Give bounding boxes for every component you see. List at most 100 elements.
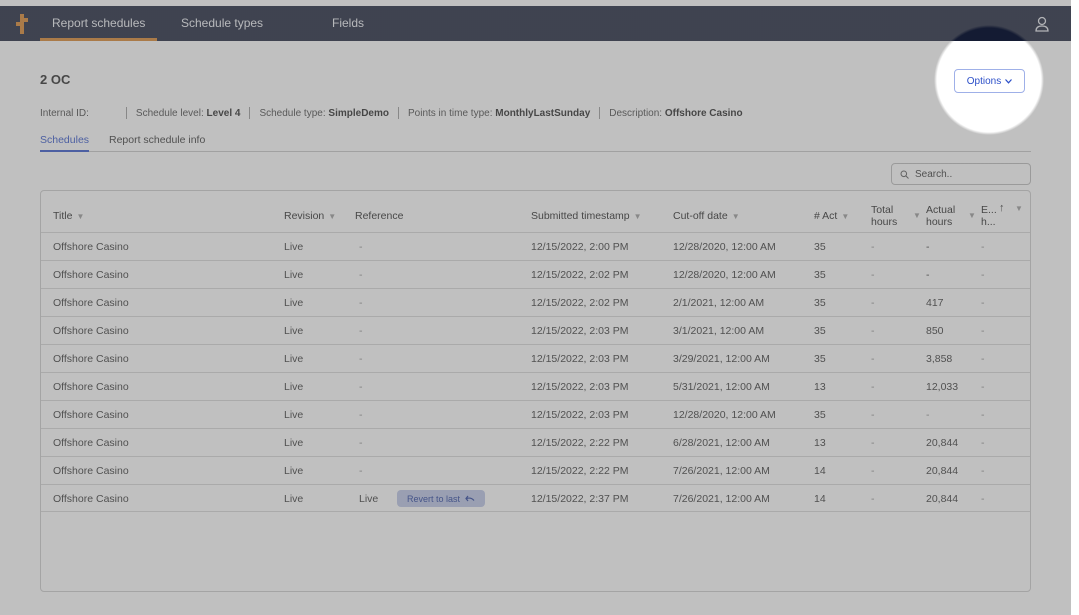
cell-reference: - bbox=[359, 465, 363, 477]
description-label: Description: bbox=[609, 107, 663, 119]
table-row[interactable]: Offshore Casino Live - 12/15/2022, 2:00 … bbox=[41, 232, 1030, 260]
user-icon[interactable] bbox=[1035, 16, 1049, 32]
cell-revision: Live bbox=[284, 465, 304, 477]
filter-icon[interactable]: ▼ bbox=[328, 212, 336, 221]
col-header-reference[interactable]: Reference bbox=[355, 210, 403, 222]
filter-icon[interactable]: ▼ bbox=[1015, 204, 1023, 213]
col-header-act[interactable]: # Act ▼ bbox=[814, 210, 849, 223]
col-header-submitted[interactable]: Submitted timestamp ▼ bbox=[531, 210, 642, 223]
cell-act: 14 bbox=[814, 493, 826, 505]
cell-actual-hours: - bbox=[926, 241, 930, 253]
filter-icon[interactable]: ▼ bbox=[913, 211, 921, 220]
filter-icon[interactable]: ▼ bbox=[76, 212, 84, 221]
col-header-label: Submitted timestamp bbox=[531, 210, 630, 222]
cell-submitted: 12/15/2022, 2:22 PM bbox=[531, 465, 629, 477]
tab-schedules[interactable]: Schedules bbox=[40, 134, 90, 152]
col-header-label: Cut-off date bbox=[673, 210, 728, 222]
cell-submitted: 12/15/2022, 2:03 PM bbox=[531, 353, 629, 365]
nav-tab-report-schedules[interactable]: Report schedules bbox=[39, 6, 158, 41]
undo-icon bbox=[465, 495, 475, 502]
cell-submitted: 12/15/2022, 2:03 PM bbox=[531, 325, 629, 337]
table-row[interactable]: Offshore Casino Live - 12/15/2022, 2:22 … bbox=[41, 428, 1030, 456]
table-row[interactable]: Offshore Casino Live - 12/15/2022, 2:02 … bbox=[41, 260, 1030, 288]
nav-tab-fields[interactable]: Fields bbox=[332, 6, 364, 41]
col-header-e-hours[interactable]: E... h... bbox=[981, 204, 997, 228]
cell-reference: - bbox=[359, 409, 363, 421]
table-row[interactable]: Offshore Casino Live - 12/15/2022, 2:02 … bbox=[41, 288, 1030, 316]
table-row[interactable]: Offshore Casino Live - 12/15/2022, 2:22 … bbox=[41, 456, 1030, 484]
cell-revision: Live bbox=[284, 493, 304, 505]
col-header-label: Reference bbox=[355, 210, 404, 222]
tab-report-schedule-info[interactable]: Report schedule info bbox=[109, 134, 205, 152]
cell-total-hours: - bbox=[871, 493, 875, 505]
search-icon bbox=[900, 170, 909, 179]
cell-act: 13 bbox=[814, 437, 826, 449]
app-logo-icon bbox=[16, 14, 28, 34]
cell-submitted: 12/15/2022, 2:02 PM bbox=[531, 269, 629, 281]
cell-e-hours: - bbox=[981, 465, 985, 477]
cell-reference: - bbox=[359, 437, 363, 449]
cell-title: Offshore Casino bbox=[53, 493, 129, 505]
cell-revision: Live bbox=[284, 297, 304, 309]
cell-total-hours: - bbox=[871, 465, 875, 477]
cell-revision: Live bbox=[284, 437, 304, 449]
cell-revision: Live bbox=[284, 353, 304, 365]
table-row[interactable]: Offshore Casino Live - 12/15/2022, 2:03 … bbox=[41, 400, 1030, 428]
top-nav: Report schedules Schedule types Fields bbox=[0, 6, 1071, 41]
window-edge bbox=[1071, 0, 1079, 615]
cell-total-hours: - bbox=[871, 353, 875, 365]
filter-icon[interactable]: ▼ bbox=[634, 212, 642, 221]
table-row[interactable]: Offshore Casino Live - 12/15/2022, 2:03 … bbox=[41, 344, 1030, 372]
col-header-actual-hours[interactable]: Actual hours bbox=[926, 204, 955, 228]
cell-submitted: 12/15/2022, 2:37 PM bbox=[531, 493, 629, 505]
cell-total-hours: - bbox=[871, 409, 875, 421]
cell-revision: Live bbox=[284, 325, 304, 337]
cell-actual-hours: 417 bbox=[926, 297, 944, 309]
main-content: 2 OC Options Internal ID: Schedule level… bbox=[0, 41, 1071, 615]
cell-title: Offshore Casino bbox=[53, 297, 129, 309]
filter-icon[interactable]: ▼ bbox=[841, 212, 849, 221]
cell-cutoff: 12/28/2020, 12:00 AM bbox=[673, 409, 776, 421]
filter-icon[interactable]: ▼ bbox=[732, 212, 740, 221]
options-button[interactable]: Options bbox=[954, 69, 1025, 93]
schedule-meta: Internal ID: Schedule level: Level 4 Sch… bbox=[40, 107, 743, 119]
col-header-total-hours[interactable]: Total hours bbox=[871, 204, 897, 228]
description-value: Offshore Casino bbox=[664, 107, 743, 119]
cell-cutoff: 2/1/2021, 12:00 AM bbox=[673, 297, 765, 309]
cell-submitted: 12/15/2022, 2:22 PM bbox=[531, 437, 629, 449]
search-input[interactable]: Search.. bbox=[891, 163, 1031, 185]
filter-icon[interactable]: ▼ bbox=[968, 211, 976, 220]
col-header-label: Actual bbox=[926, 204, 956, 216]
cell-submitted: 12/15/2022, 2:00 PM bbox=[531, 241, 629, 253]
meta-divider bbox=[249, 107, 251, 119]
table-row[interactable]: Offshore Casino Live Live Revert to last… bbox=[41, 484, 1030, 512]
cell-act: 13 bbox=[814, 381, 826, 393]
cell-title: Offshore Casino bbox=[53, 269, 129, 281]
col-header-revision[interactable]: Revision ▼ bbox=[284, 210, 336, 223]
internal-id-label: Internal ID: bbox=[40, 107, 89, 119]
cell-actual-hours: 20,844 bbox=[926, 493, 959, 505]
table-row[interactable]: Offshore Casino Live - 12/15/2022, 2:03 … bbox=[41, 372, 1030, 400]
cell-actual-hours: 850 bbox=[926, 325, 944, 337]
cell-actual-hours: - bbox=[926, 409, 930, 421]
cell-cutoff: 6/28/2021, 12:00 AM bbox=[673, 437, 770, 449]
revert-to-last-button[interactable]: Revert to last bbox=[397, 490, 486, 507]
cell-reference: - bbox=[359, 241, 363, 253]
col-header-label: Title bbox=[53, 210, 73, 222]
cell-e-hours: - bbox=[981, 437, 985, 449]
cell-revision: Live bbox=[284, 381, 304, 393]
nav-tab-schedule-types[interactable]: Schedule types bbox=[181, 6, 263, 41]
col-header-label: E... bbox=[981, 204, 997, 216]
cell-act: 14 bbox=[814, 465, 826, 477]
cell-cutoff: 7/26/2021, 12:00 AM bbox=[673, 493, 770, 505]
cell-actual-hours: 20,844 bbox=[926, 465, 959, 477]
col-header-cutoff[interactable]: Cut-off date ▼ bbox=[673, 210, 740, 223]
schedule-level-label: Schedule level: bbox=[135, 107, 204, 119]
cell-reference: - bbox=[359, 269, 363, 281]
col-header-title[interactable]: Title ▼ bbox=[53, 210, 84, 223]
table-row[interactable]: Offshore Casino Live - 12/15/2022, 2:03 … bbox=[41, 316, 1030, 344]
cell-act: 35 bbox=[814, 325, 826, 337]
cell-total-hours: - bbox=[871, 325, 875, 337]
cell-reference: Live bbox=[359, 493, 379, 505]
sort-up-icon[interactable]: ↑ bbox=[999, 202, 1005, 214]
